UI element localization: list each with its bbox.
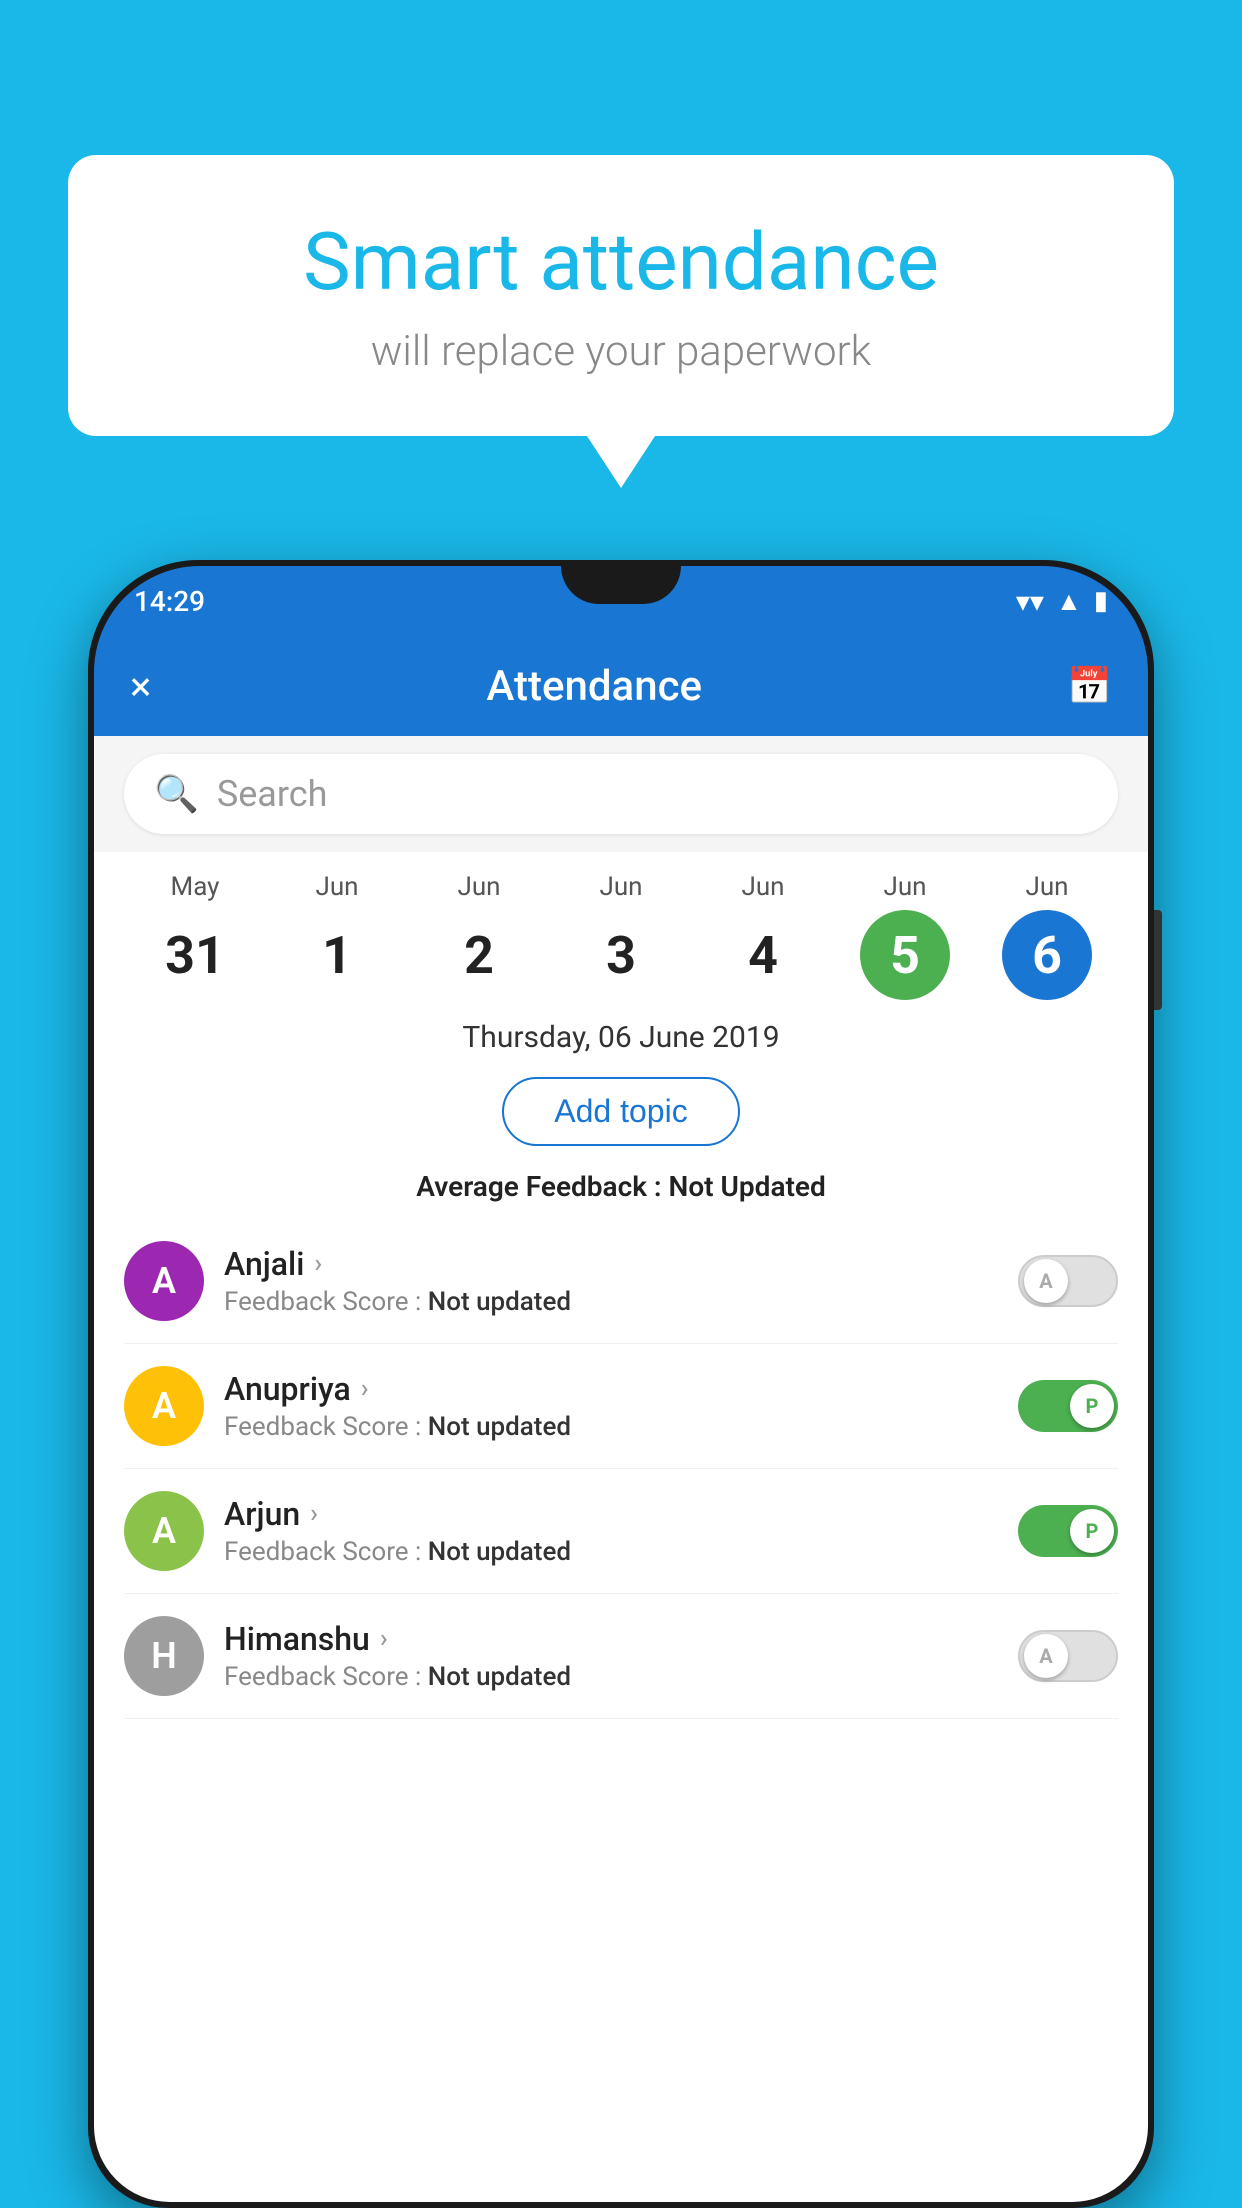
add-topic-container: Add topic (94, 1069, 1148, 1162)
student-feedback: Feedback Score : Not updated (224, 1537, 998, 1567)
toggle-container[interactable]: A (1018, 1255, 1118, 1307)
toggle-container[interactable]: A (1018, 1630, 1118, 1682)
cal-month: May (171, 872, 220, 902)
cal-month: Jun (741, 872, 784, 902)
toggle-container[interactable]: P (1018, 1505, 1118, 1557)
toggle-knob: P (1070, 1509, 1114, 1553)
student-info: Himanshu › Feedback Score : Not updated (224, 1620, 998, 1692)
student-info: Anupriya › Feedback Score : Not updated (224, 1370, 998, 1442)
status-time: 14:29 (134, 585, 205, 618)
notch (561, 566, 681, 604)
cal-date: 2 (434, 910, 524, 1000)
avatar: A (124, 1241, 204, 1321)
student-feedback: Feedback Score : Not updated (224, 1662, 998, 1692)
chevron-icon: › (310, 1499, 318, 1529)
chevron-icon: › (380, 1624, 388, 1654)
speech-bubble: Smart attendance will replace your paper… (68, 155, 1174, 436)
feedback-value: Not updated (428, 1412, 571, 1442)
calendar-day[interactable]: Jun 3 (550, 872, 692, 1000)
close-button[interactable]: × (130, 663, 151, 710)
signal-icon: ▲ (1056, 586, 1082, 617)
attendance-toggle[interactable]: A (1018, 1630, 1118, 1682)
calendar-day[interactable]: Jun 2 (408, 872, 550, 1000)
attendance-toggle[interactable]: P (1018, 1380, 1118, 1432)
status-icons: ▾▾ ▲ ▮ (1016, 585, 1108, 618)
cal-date: 6 (1002, 910, 1092, 1000)
app-bar-title: Attendance (151, 662, 1037, 711)
toggle-container[interactable]: P (1018, 1380, 1118, 1432)
avg-feedback-value: Not Updated (669, 1170, 826, 1203)
attendance-toggle[interactable]: P (1018, 1505, 1118, 1557)
add-topic-button[interactable]: Add topic (502, 1077, 739, 1146)
feedback-value: Not updated (428, 1662, 571, 1692)
student-name: Himanshu › (224, 1620, 998, 1658)
student-item[interactable]: A Arjun › Feedback Score : Not updated P (124, 1469, 1118, 1594)
cal-month: Jun (599, 872, 642, 902)
chevron-icon: › (314, 1249, 322, 1279)
calendar-day[interactable]: Jun 6 (976, 872, 1118, 1000)
cal-date: 1 (292, 910, 382, 1000)
app-bar: × Attendance 📅 (94, 636, 1148, 736)
battery-icon: ▮ (1094, 586, 1108, 616)
student-item[interactable]: H Himanshu › Feedback Score : Not updated A (124, 1594, 1118, 1719)
calendar-strip: May 31 Jun 1 Jun 2 Jun 3 Jun 4 Jun 5 Jun 6 (94, 852, 1148, 1010)
speech-bubble-container: Smart attendance will replace your paper… (68, 155, 1174, 436)
selected-date-text: Thursday, 06 June 2019 (94, 1010, 1148, 1069)
student-name: Anupriya › (224, 1370, 998, 1408)
cal-date: 4 (718, 910, 808, 1000)
student-info: Arjun › Feedback Score : Not updated (224, 1495, 998, 1567)
calendar-day[interactable]: Jun 4 (692, 872, 834, 1000)
phone-frame: 14:29 ▾▾ ▲ ▮ × Attendance 📅 🔍 Search (88, 560, 1154, 2208)
volume-button[interactable] (1154, 910, 1162, 1010)
avg-feedback: Average Feedback : Not Updated (94, 1162, 1148, 1219)
avg-feedback-label: Average Feedback : (416, 1170, 661, 1203)
phone-screen: 14:29 ▾▾ ▲ ▮ × Attendance 📅 🔍 Search (94, 566, 1148, 2202)
student-name: Arjun › (224, 1495, 998, 1533)
speech-bubble-subtitle: will replace your paperwork (148, 327, 1094, 376)
student-feedback: Feedback Score : Not updated (224, 1287, 998, 1317)
cal-date: 31 (150, 910, 240, 1000)
student-info: Anjali › Feedback Score : Not updated (224, 1245, 998, 1317)
cal-month: Jun (1025, 872, 1068, 902)
cal-month: Jun (315, 872, 358, 902)
feedback-value: Not updated (428, 1537, 571, 1567)
calendar-day[interactable]: Jun 5 (834, 872, 976, 1000)
student-list: AAnjali ›Feedback Score : Not updatedAAA… (94, 1219, 1148, 1719)
attendance-toggle[interactable]: A (1018, 1255, 1118, 1307)
toggle-knob: A (1024, 1634, 1068, 1678)
screen-content: 🔍 Search May 31 Jun 1 Jun 2 Jun 3 Jun 4 Jun 5 Jun 6 T… (94, 736, 1148, 2202)
calendar-day[interactable]: Jun 1 (266, 872, 408, 1000)
cal-month: Jun (883, 872, 926, 902)
search-icon: 🔍 (154, 773, 199, 815)
toggle-knob: P (1070, 1384, 1114, 1428)
student-item[interactable]: A Anupriya › Feedback Score : Not updated P (124, 1344, 1118, 1469)
student-name: Anjali › (224, 1245, 998, 1283)
toggle-knob: A (1024, 1259, 1068, 1303)
wifi-icon: ▾▾ (1016, 585, 1044, 618)
speech-bubble-title: Smart attendance (148, 215, 1094, 309)
cal-date: 5 (860, 910, 950, 1000)
calendar-day[interactable]: May 31 (124, 872, 266, 1000)
avatar: H (124, 1616, 204, 1696)
cal-month: Jun (457, 872, 500, 902)
search-placeholder: Search (217, 773, 328, 815)
cal-date: 3 (576, 910, 666, 1000)
avatar: A (124, 1366, 204, 1446)
search-container: 🔍 Search (94, 736, 1148, 852)
calendar-icon[interactable]: 📅 (1067, 665, 1112, 707)
status-bar: 14:29 ▾▾ ▲ ▮ (94, 566, 1148, 636)
avatar: A (124, 1491, 204, 1571)
student-feedback: Feedback Score : Not updated (224, 1412, 998, 1442)
search-bar[interactable]: 🔍 Search (124, 754, 1118, 834)
feedback-value: Not updated (428, 1287, 571, 1317)
student-item[interactable]: A Anjali › Feedback Score : Not updated A (124, 1219, 1118, 1344)
chevron-icon: › (361, 1374, 369, 1404)
